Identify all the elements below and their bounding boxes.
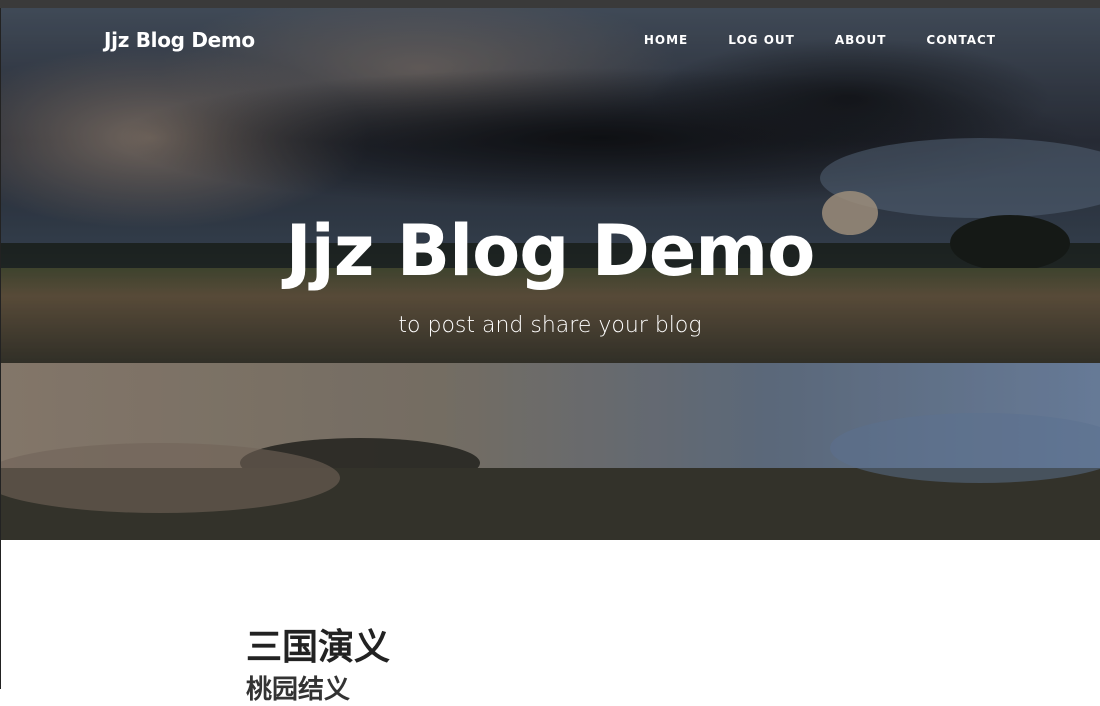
navbar-links: HOME LOG OUT ABOUT CONTACT xyxy=(604,33,996,47)
navbar-brand[interactable]: Jjz Blog Demo xyxy=(104,28,255,52)
browser-chrome-bar xyxy=(0,0,1100,8)
hero-title: Jjz Blog Demo xyxy=(285,210,816,292)
window-edge xyxy=(0,8,1,689)
nav-link-about[interactable]: ABOUT xyxy=(835,33,887,47)
post-title-link[interactable]: 三国演义 xyxy=(246,618,390,670)
nav-link-logout[interactable]: LOG OUT xyxy=(728,33,795,47)
nav-link-contact[interactable]: CONTACT xyxy=(926,33,996,47)
post-subtitle[interactable]: 桃园结义 xyxy=(246,669,350,706)
hero-subtitle: to post and share your blog xyxy=(398,313,702,338)
nav-link-home[interactable]: HOME xyxy=(644,33,688,47)
hero-header: Jjz Blog Demo HOME LOG OUT ABOUT CONTACT… xyxy=(0,8,1100,540)
